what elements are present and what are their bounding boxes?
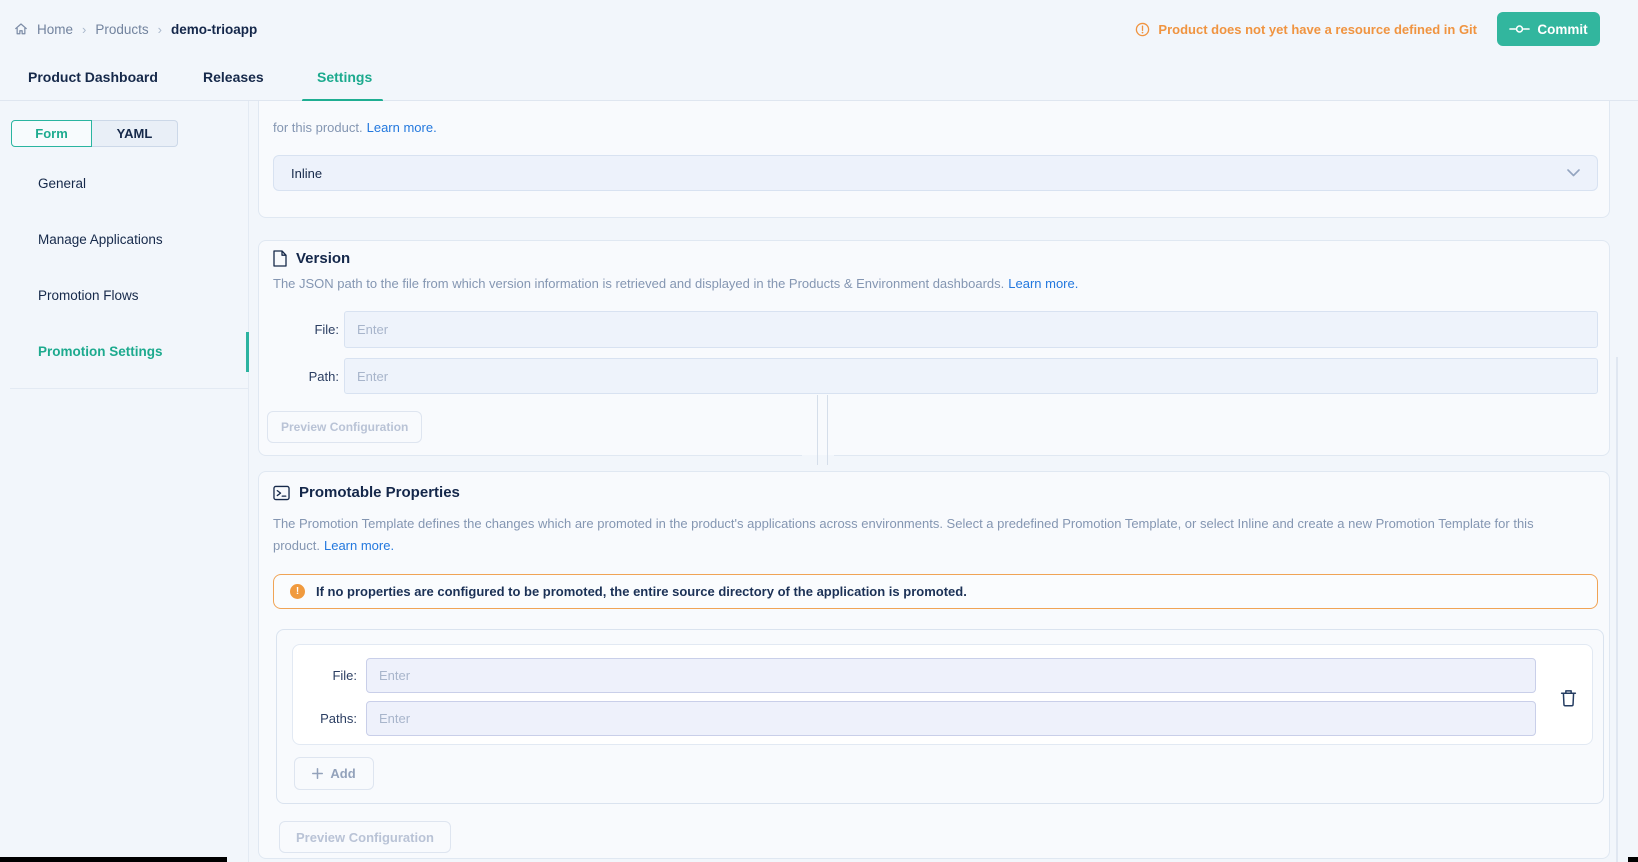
delete-property-button[interactable]	[1557, 687, 1579, 709]
screen-artifact-bar	[1628, 857, 1638, 862]
git-commit-icon	[1509, 23, 1530, 35]
promotable-description-text: The Promotion Template defines the chang…	[273, 516, 1534, 553]
version-title: Version	[296, 250, 350, 267]
trash-icon	[1560, 689, 1577, 707]
template-description-tail: for this product.	[273, 120, 363, 135]
template-learn-more-link[interactable]: Learn more.	[367, 120, 437, 135]
property-file-input[interactable]	[366, 658, 1536, 693]
version-description: The JSON path to the file from which ver…	[273, 276, 1078, 291]
promotable-properties-card: Promotable Properties The Promotion Temp…	[258, 471, 1610, 859]
sidebar-item-promotion-flows[interactable]: Promotion Flows	[0, 276, 247, 316]
breadcrumb-separator: ›	[158, 22, 162, 37]
breadcrumb-products-link[interactable]: Products	[95, 22, 148, 37]
version-path-label: Path:	[273, 369, 344, 384]
property-paths-input[interactable]	[366, 701, 1536, 736]
breadcrumb-current-product: demo-trioapp	[171, 22, 257, 37]
sidebar-menu-divider	[10, 388, 248, 389]
version-description-text: The JSON path to the file from which ver…	[273, 276, 1004, 291]
warning-filled-icon: !	[290, 584, 305, 599]
add-label: Add	[330, 766, 355, 781]
property-paths-row: Paths:	[309, 701, 1536, 736]
properties-container: File: Paths: Add	[276, 629, 1604, 804]
version-path-input[interactable]	[344, 358, 1598, 394]
commit-label: Commit	[1537, 22, 1587, 37]
git-warning-text: Product does not yet have a resource def…	[1158, 22, 1477, 37]
toggle-form-button[interactable]: Form	[11, 120, 92, 147]
promotable-alert: ! If no properties are configured to be …	[273, 574, 1598, 609]
sidebar-item-manage-applications[interactable]: Manage Applications	[0, 220, 247, 260]
promotable-title: Promotable Properties	[299, 484, 460, 501]
property-file-row: File:	[309, 658, 1536, 693]
vertical-splitter-handle[interactable]	[815, 395, 829, 465]
promotable-header: Promotable Properties	[273, 484, 460, 501]
property-paths-label: Paths:	[309, 711, 366, 726]
template-select[interactable]: Inline	[273, 155, 1598, 191]
git-resource-warning: Product does not yet have a resource def…	[1135, 20, 1477, 38]
plus-icon	[312, 768, 323, 779]
version-learn-more-link[interactable]: Learn more.	[1008, 276, 1078, 291]
version-file-label: File:	[273, 322, 344, 337]
breadcrumb: Home › Products › demo-trioapp	[14, 20, 257, 38]
commit-button[interactable]: Commit	[1497, 12, 1600, 46]
version-header: Version	[273, 250, 350, 267]
version-file-input[interactable]	[344, 311, 1598, 348]
tab-product-dashboard[interactable]: Product Dashboard	[28, 69, 158, 85]
tab-settings[interactable]: Settings	[317, 69, 372, 85]
promotable-preview-configuration-button[interactable]: Preview Configuration	[279, 821, 451, 853]
version-preview-configuration-button[interactable]: Preview Configuration	[267, 411, 422, 443]
sidebar-divider	[248, 101, 249, 862]
sidebar-item-promotion-settings[interactable]: Promotion Settings	[0, 332, 247, 372]
sidebar-item-general[interactable]: General	[0, 164, 247, 204]
add-property-button[interactable]: Add	[294, 757, 374, 790]
template-description: for this product. Learn more.	[273, 120, 437, 135]
content-scrollbar[interactable]	[1616, 357, 1618, 862]
splitter-line	[827, 395, 828, 465]
chevron-down-icon	[1567, 169, 1580, 177]
active-item-indicator	[246, 332, 249, 372]
tab-releases[interactable]: Releases	[203, 69, 264, 85]
property-row-card: File: Paths:	[292, 644, 1593, 745]
toggle-yaml-button[interactable]: YAML	[92, 120, 178, 147]
alert-circle-icon	[1135, 22, 1150, 37]
promotion-template-card: for this product. Learn more. Inline	[258, 101, 1610, 218]
breadcrumb-home-link[interactable]: Home	[37, 22, 73, 37]
file-icon	[273, 250, 287, 267]
template-select-value: Inline	[291, 166, 322, 181]
version-path-row: Path:	[273, 358, 1598, 394]
view-toggle: Form YAML	[11, 120, 178, 147]
promotable-alert-text: If no properties are configured to be pr…	[316, 584, 967, 599]
terminal-icon	[273, 485, 290, 501]
version-card: Version The JSON path to the file from w…	[258, 240, 1610, 456]
home-icon[interactable]	[14, 22, 28, 36]
product-settings-page: Home › Products › demo-trioapp Product d…	[0, 0, 1638, 862]
breadcrumb-separator: ›	[82, 22, 86, 37]
promotable-description: The Promotion Template defines the chang…	[273, 513, 1563, 557]
property-file-label: File:	[309, 668, 366, 683]
version-file-row: File:	[273, 311, 1598, 348]
screen-artifact-bar	[0, 857, 227, 862]
promotable-learn-more-link[interactable]: Learn more.	[324, 538, 394, 553]
splitter-line	[817, 395, 818, 465]
